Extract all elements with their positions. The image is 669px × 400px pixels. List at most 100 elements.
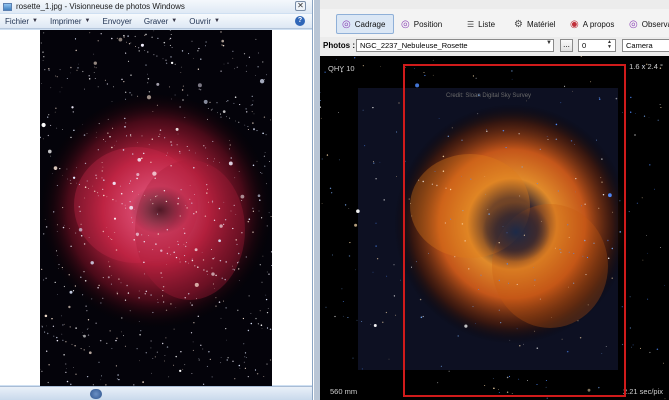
star [232, 50, 234, 52]
star [210, 249, 212, 251]
star [47, 116, 49, 118]
help-icon[interactable]: ? [295, 16, 305, 26]
star [220, 317, 222, 319]
star [164, 45, 166, 47]
star [218, 301, 221, 303]
star [56, 336, 58, 339]
star [79, 184, 80, 185]
menu-ouvrir[interactable]: Ouvrir ▼ [189, 17, 220, 26]
star [225, 307, 227, 309]
star [207, 188, 208, 190]
star [76, 182, 77, 184]
camera-frame-rectangle[interactable] [403, 64, 626, 397]
star [203, 269, 205, 271]
star [206, 183, 208, 186]
camera-dropdown[interactable]: Camera [622, 39, 669, 52]
star [250, 322, 253, 325]
star [213, 160, 214, 162]
viewer-close-button[interactable]: ✕ [295, 1, 306, 11]
star [664, 398, 666, 400]
star [398, 102, 400, 104]
star [180, 351, 182, 353]
star [48, 364, 50, 366]
star [145, 352, 147, 354]
star [219, 259, 222, 262]
star [320, 106, 322, 108]
viewer-title-bar[interactable]: rosette_1.jpg - Visionneuse de photos Wi… [0, 0, 312, 13]
star [73, 129, 75, 132]
menu-graver[interactable]: Graver ▼ [144, 17, 177, 26]
star [159, 129, 162, 132]
tab-apropos[interactable]: ◉ A propos [565, 14, 623, 34]
star [62, 175, 63, 176]
star [206, 270, 208, 273]
star [184, 255, 186, 257]
star [192, 349, 194, 351]
star [88, 78, 91, 80]
star [74, 345, 76, 347]
star [127, 35, 129, 37]
photos-dropdown[interactable]: NGC_2237_Nebuleuse_Rosette [356, 39, 554, 52]
star [257, 194, 261, 198]
menu-fichier[interactable]: Fichier ▼ [5, 17, 38, 26]
star [116, 37, 118, 39]
menu-imprimer[interactable]: Imprimer ▼ [50, 17, 91, 26]
star [109, 330, 111, 332]
star [246, 65, 248, 67]
star [126, 284, 128, 287]
star [232, 227, 234, 230]
star [643, 115, 646, 117]
star [71, 343, 73, 345]
star [218, 239, 221, 243]
chevron-down-icon[interactable]: ▼ [546, 40, 552, 46]
star [148, 234, 150, 236]
star [63, 354, 65, 356]
star [102, 166, 104, 168]
star [78, 227, 83, 232]
star [191, 372, 193, 374]
tab-position[interactable]: ◎ Position [396, 14, 450, 34]
star [226, 359, 228, 361]
star [191, 202, 193, 204]
star [52, 173, 53, 174]
star [88, 346, 90, 347]
star [375, 222, 377, 224]
star [56, 185, 58, 187]
star [156, 351, 158, 353]
star [238, 170, 240, 172]
star [259, 310, 261, 312]
star [266, 363, 268, 365]
tab-liste[interactable]: ☰ Liste [462, 14, 500, 34]
sky-view[interactable]: QHY 10 1.6 x 2.4 ° Credit: Sloan Digital… [320, 56, 669, 400]
star [244, 367, 246, 369]
star [352, 357, 354, 359]
menu-envoyer[interactable]: Envoyer [102, 17, 131, 26]
star [78, 205, 81, 208]
star [375, 245, 377, 247]
star [263, 116, 266, 118]
spinner-arrows-icon[interactable]: ▲ ▼ [607, 40, 612, 50]
star [88, 237, 90, 239]
tab-materiel[interactable]: ⚙ Matériel [509, 14, 561, 34]
star [125, 98, 127, 100]
star [226, 116, 227, 118]
star [144, 34, 146, 36]
star [181, 89, 184, 91]
star [198, 88, 200, 90]
navigation-icon[interactable] [90, 389, 102, 399]
star [177, 197, 180, 200]
star [50, 124, 52, 126]
tab-observatoire[interactable]: ◎ Observatoire [624, 14, 669, 34]
star [147, 73, 148, 75]
browse-button[interactable]: ... [560, 39, 573, 52]
star [265, 134, 267, 136]
star [43, 32, 45, 34]
star [251, 95, 253, 97]
star [164, 360, 165, 362]
tab-cadrage[interactable]: ◎ Cadrage [336, 14, 394, 34]
star [93, 53, 95, 55]
star [269, 160, 271, 162]
star [106, 196, 108, 198]
star [191, 304, 193, 306]
info-icon: ◉ [570, 18, 579, 30]
